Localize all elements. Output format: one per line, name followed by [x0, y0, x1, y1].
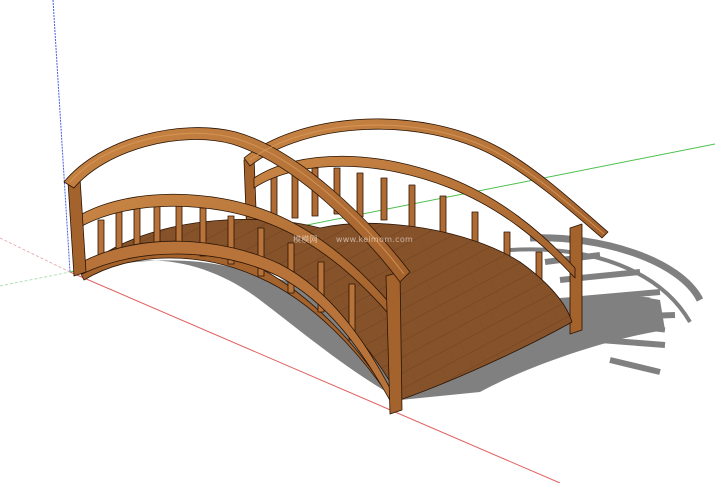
axis-red-back: [0, 237, 71, 273]
axis-green-back: [0, 271, 71, 287]
watermark: 模模网 www.keimom.com: [293, 234, 413, 245]
watermark-url: www.keimom.com: [335, 235, 414, 244]
axis-blue: [52, 0, 71, 273]
watermark-site: 模模网: [293, 235, 318, 244]
sketchup-viewport[interactable]: 模模网 www.keimom.com: [0, 0, 715, 483]
